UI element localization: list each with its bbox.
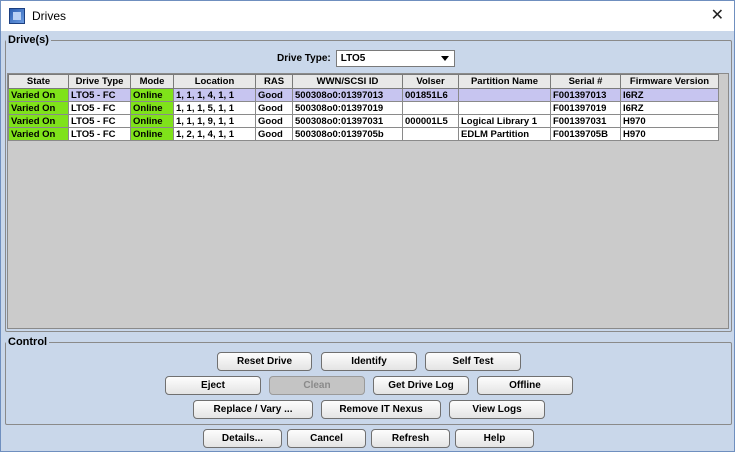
chevron-down-icon[interactable] [440,56,449,61]
cell-wwn: 500308o0:01397013 [292,88,403,102]
view-logs-button[interactable]: View Logs [449,400,545,419]
cell-volser: 000001L5 [402,114,459,128]
cell-serial: F001397013 [550,88,621,102]
col-header-volser[interactable]: Volser [402,74,459,89]
cell-ras: Good [255,101,293,115]
col-header-mode[interactable]: Mode [130,74,174,89]
reset-drive-button[interactable]: Reset Drive [217,352,312,371]
remove-it-nexus-button[interactable]: Remove IT Nexus [321,400,441,419]
cell-drive-type: LTO5 - FC [68,88,131,102]
window-title: Drives [32,9,67,23]
cell-mode: Online [130,101,174,115]
cell-volser [402,101,459,115]
cell-mode: Online [130,114,174,128]
cell-location: 1, 1, 1, 9, 1, 1 [173,114,256,128]
cell-state: Varied On [8,114,69,128]
cell-volser [402,127,459,141]
drive-type-select[interactable]: LTO5 [335,50,455,67]
col-header-location[interactable]: Location [173,74,256,89]
offline-button[interactable]: Offline [477,376,573,395]
cell-partition: Logical Library 1 [458,114,551,128]
cell-drive-type: LTO5 - FC [68,101,131,115]
refresh-button[interactable]: Refresh [371,429,450,448]
cell-drive-type: LTO5 - FC [68,114,131,128]
cell-location: 1, 2, 1, 4, 1, 1 [173,127,256,141]
col-header-firmware[interactable]: Firmware Version [620,74,719,89]
col-header-drive-type[interactable]: Drive Type [68,74,131,89]
drives-legend: Drive(s) [8,34,49,46]
drives-table-container[interactable]: State Drive Type Mode Location RAS WWN/S… [7,73,729,329]
cell-ras: Good [255,127,293,141]
col-header-serial[interactable]: Serial # [550,74,621,89]
cell-firmware: H970 [620,114,719,128]
cell-mode: Online [130,88,174,102]
cell-state: Varied On [8,127,69,141]
col-header-state[interactable]: State [8,74,69,89]
cell-firmware: H970 [620,127,719,141]
drive-type-value: LTO5 [340,53,366,64]
replace-vary-button[interactable]: Replace / Vary ... [193,400,313,419]
cell-state: Varied On [8,101,69,115]
cell-partition [458,101,551,115]
cell-mode: Online [130,127,174,141]
cell-partition [458,88,551,102]
table-header-row: State Drive Type Mode Location RAS WWN/S… [8,74,719,89]
cell-location: 1, 1, 1, 5, 1, 1 [173,101,256,115]
cell-partition: EDLM Partition [458,127,551,141]
clean-button[interactable]: Clean [269,376,365,395]
table-row[interactable]: Varied On LTO5 - FC Online 1, 2, 1, 4, 1… [8,127,719,141]
cell-ras: Good [255,114,293,128]
drive-type-filter: Drive Type: LTO5 [277,50,455,67]
drives-table: State Drive Type Mode Location RAS WWN/S… [8,74,719,141]
cell-drive-type: LTO5 - FC [68,127,131,141]
self-test-button[interactable]: Self Test [425,352,521,371]
cell-volser: 001851L6 [402,88,459,102]
table-row[interactable]: Varied On LTO5 - FC Online 1, 1, 1, 5, 1… [8,101,719,115]
drives-window: Drives ✕ Drive(s) Drive Type: LTO5 State… [0,0,735,452]
cell-location: 1, 1, 1, 4, 1, 1 [173,88,256,102]
title-bar: Drives ✕ [1,1,734,31]
drive-type-label: Drive Type: [277,53,331,64]
identify-button[interactable]: Identify [321,352,417,371]
eject-button[interactable]: Eject [165,376,261,395]
cell-state: Varied On [8,88,69,102]
cell-wwn: 500308o0:01397031 [292,114,403,128]
cancel-button[interactable]: Cancel [287,429,366,448]
cell-serial: F00139705B [550,127,621,141]
close-icon[interactable]: ✕ [711,7,724,23]
table-row[interactable]: Varied On LTO5 - FC Online 1, 1, 1, 4, 1… [8,88,719,102]
app-icon [9,8,25,24]
col-header-partition[interactable]: Partition Name [458,74,551,89]
cell-firmware: I6RZ [620,88,719,102]
cell-wwn: 500308o0:0139705b [292,127,403,141]
cell-firmware: I6RZ [620,101,719,115]
cell-serial: F001397019 [550,101,621,115]
control-legend: Control [8,336,48,348]
cell-wwn: 500308o0:01397019 [292,101,403,115]
table-row[interactable]: Varied On LTO5 - FC Online 1, 1, 1, 9, 1… [8,114,719,128]
get-drive-log-button[interactable]: Get Drive Log [373,376,469,395]
cell-ras: Good [255,88,293,102]
details-button[interactable]: Details... [203,429,282,448]
col-header-ras[interactable]: RAS [255,74,293,89]
col-header-wwn[interactable]: WWN/SCSI ID [292,74,403,89]
help-button[interactable]: Help [455,429,534,448]
cell-serial: F001397031 [550,114,621,128]
